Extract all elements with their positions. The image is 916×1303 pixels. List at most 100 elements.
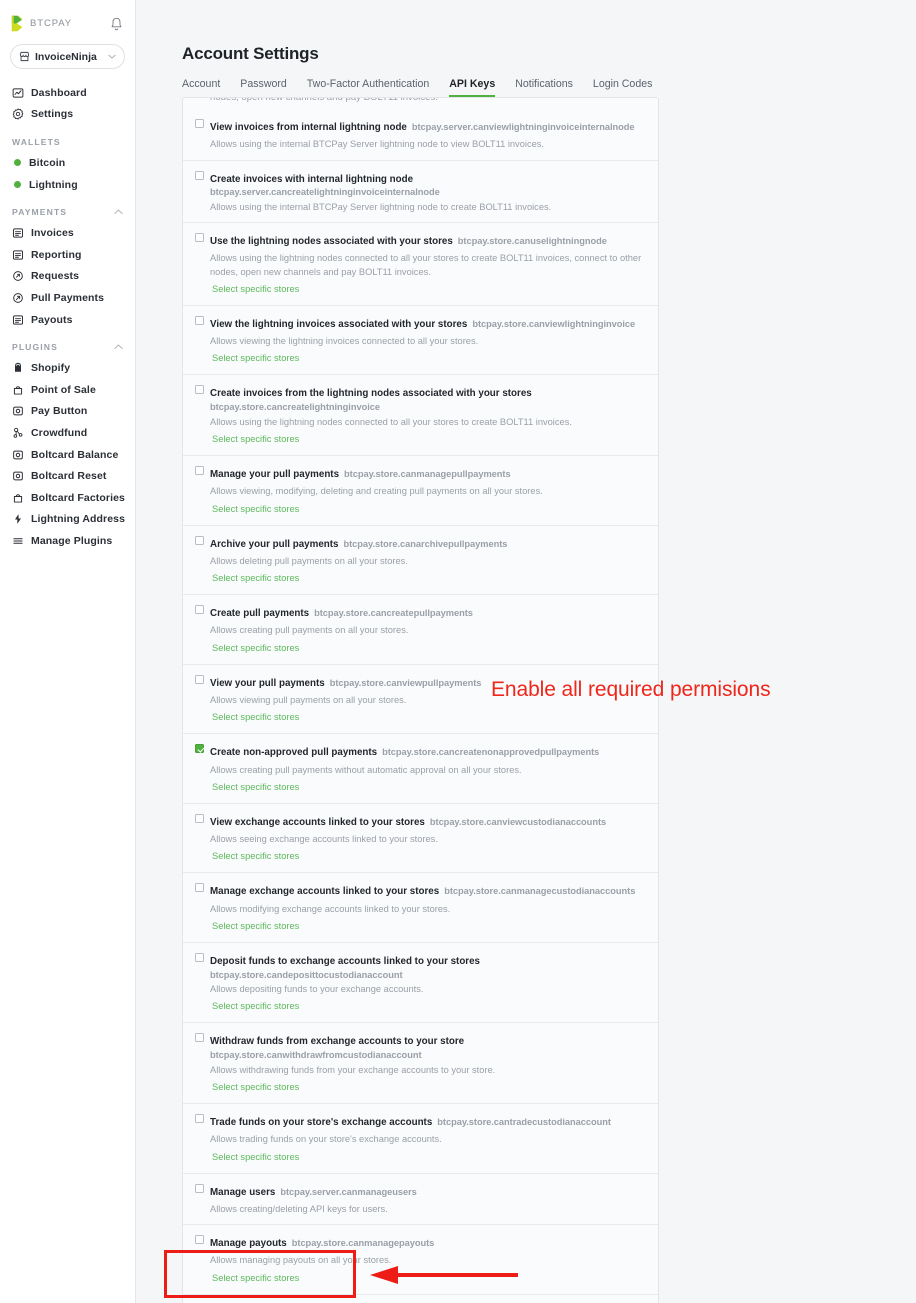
permission-texts: Manage exchange accounts linked to your … <box>210 881 646 934</box>
report-icon <box>13 250 23 260</box>
permission-row: View invoices from internal lightning no… <box>183 109 658 160</box>
permission-checkbox[interactable] <box>195 315 204 325</box>
permission-title: Archive your pull payments <box>210 538 339 550</box>
sidebar-item-point-of-sale[interactable]: Point of Sale <box>0 379 135 401</box>
tab-account[interactable]: Account <box>182 78 220 97</box>
permission-checkbox[interactable] <box>195 233 204 243</box>
clipped-previous-row: nodes, open new channels and pay BOLT11 … <box>183 98 658 109</box>
permission-row-head: Manage your pull payments btcpay.store.ca… <box>195 464 646 517</box>
permission-checkbox[interactable] <box>195 385 204 395</box>
permission-checkbox[interactable] <box>195 883 204 893</box>
sidebar-item-bitcoin[interactable]: Bitcoin <box>0 152 135 174</box>
permission-title-line: View the lightning invoices associated w… <box>210 314 646 333</box>
permission-checkbox[interactable] <box>195 465 204 475</box>
bell-icon[interactable] <box>110 17 123 31</box>
chevron-down-icon <box>108 54 116 59</box>
select-specific-stores-link[interactable]: Select specific stores <box>212 1082 299 1092</box>
permission-row-head: View exchange accounts linked to your st… <box>195 812 646 865</box>
clipped-text: nodes, open new channels and pay BOLT11 … <box>210 98 658 103</box>
select-specific-stores-link[interactable]: Select specific stores <box>212 1152 299 1162</box>
permission-code: btcpay.store.cancreatepullpayments <box>314 608 473 619</box>
tab-notifications[interactable]: Notifications <box>515 78 573 97</box>
sidebar-item-label: Pull Payments <box>31 291 105 304</box>
sidebar-item-label: Manage Plugins <box>31 534 113 547</box>
permission-checkbox[interactable] <box>195 119 204 128</box>
select-specific-stores-link[interactable]: Select specific stores <box>212 284 299 294</box>
permission-row: Create pull payments btcpay.store.cancrea… <box>183 594 658 664</box>
sidebar-section-plugins[interactable]: PLUGINS <box>0 330 135 357</box>
select-specific-stores-link[interactable]: Select specific stores <box>212 782 299 792</box>
sidebar-item-manage-plugins[interactable]: Manage Plugins <box>0 530 135 552</box>
select-specific-stores-link[interactable]: Select specific stores <box>212 573 299 583</box>
btcpay-logo-icon <box>11 15 23 32</box>
sidebar-item-boltcard-balance[interactable]: Boltcard Balance <box>0 444 135 466</box>
sidebar-item-boltcard-reset[interactable]: Boltcard Reset <box>0 465 135 487</box>
permission-row-head: Create pull payments btcpay.store.cancrea… <box>195 603 646 656</box>
crowdfund-icon <box>13 427 23 438</box>
store-icon <box>19 51 30 62</box>
permission-checkbox[interactable] <box>195 535 204 545</box>
sidebar-item-dashboard[interactable]: Dashboard <box>0 82 135 104</box>
permission-code: btcpay.store.candeposittocustodianaccoun… <box>210 969 403 980</box>
sidebar-item-settings[interactable]: Settings <box>0 104 135 126</box>
permission-checkbox[interactable] <box>195 674 204 684</box>
page-title: Account Settings <box>182 44 319 63</box>
sidebar-item-label: Requests <box>31 270 80 283</box>
brand[interactable]: BTCPAY <box>10 15 72 32</box>
permission-checkbox[interactable] <box>195 744 204 754</box>
sidebar-item-shopify[interactable]: Shopify <box>0 357 135 379</box>
sidebar-section-label: PAYMENTS <box>12 207 68 218</box>
permission-title-line: Create invoices from the lightning nodes… <box>210 383 646 413</box>
sidebar-section-payments[interactable]: PAYMENTS <box>0 195 135 222</box>
permission-code: btcpay.store.canmanagepullpayments <box>344 468 511 479</box>
sidebar-section-label: PLUGINS <box>12 342 58 353</box>
permission-checkbox[interactable] <box>195 605 204 615</box>
permission-checkbox[interactable] <box>195 1235 204 1245</box>
sidebar-item-crowdfund[interactable]: Crowdfund <box>0 422 135 444</box>
sidebar-item-pay-button[interactable]: Pay Button <box>0 401 135 423</box>
sidebar-item-lightning[interactable]: Lightning <box>0 174 135 196</box>
permission-code: btcpay.store.canuselightningnode <box>457 236 607 247</box>
sidebar-item-pull-payments[interactable]: Pull Payments <box>0 287 135 309</box>
select-specific-stores-link[interactable]: Select specific stores <box>212 504 299 514</box>
permission-title: Withdraw funds from exchange accounts to… <box>210 1036 465 1048</box>
permission-row: View the lightning invoices associated w… <box>183 304 658 375</box>
sidebar-item-invoices[interactable]: Invoices <box>0 222 135 244</box>
select-specific-stores-link[interactable]: Select specific stores <box>212 921 299 931</box>
select-specific-stores-link[interactable]: Select specific stores <box>212 1273 299 1283</box>
sidebar-section-label: WALLETS <box>12 137 61 148</box>
select-specific-stores-link[interactable]: Select specific stores <box>212 643 299 653</box>
store-selector[interactable]: InvoiceNinja <box>10 44 125 69</box>
permission-title: Create pull payments <box>210 608 310 620</box>
api-key-form: nodes, open new channels and pay BOLT11 … <box>182 97 659 1303</box>
tab-two-factor-authentication[interactable]: Two-Factor Authentication <box>307 78 429 97</box>
permission-checkbox[interactable] <box>195 1113 204 1123</box>
sidebar-item-requests[interactable]: Requests <box>0 266 135 288</box>
sidebar-item-label: Pay Button <box>31 405 88 418</box>
sidebar-section-wallets: WALLETS <box>0 125 135 152</box>
permission-row-head: Deposit funds to exchange accounts linke… <box>195 951 646 1015</box>
permission-checkbox[interactable] <box>195 1033 204 1043</box>
sidebar-item-reporting[interactable]: Reporting <box>0 244 135 266</box>
pull-payment-icon <box>13 293 23 303</box>
permission-checkbox[interactable] <box>195 170 204 180</box>
permission-checkbox[interactable] <box>195 952 204 962</box>
select-specific-stores-link[interactable]: Select specific stores <box>212 1001 299 1011</box>
permission-checkbox[interactable] <box>195 813 204 823</box>
sidebar-item-boltcard-factories[interactable]: Boltcard Factories <box>0 487 135 509</box>
point-of-sale-icon <box>13 385 23 395</box>
permission-title-line: Create non-approved pull payments btcpay.… <box>210 742 646 761</box>
tab-api-keys[interactable]: API Keys <box>449 78 495 97</box>
select-specific-stores-link[interactable]: Select specific stores <box>212 353 299 363</box>
tab-login-codes[interactable]: Login Codes <box>593 78 653 97</box>
select-specific-stores-link[interactable]: Select specific stores <box>212 434 299 444</box>
permission-description: Allows seeing exchange accounts linked t… <box>210 834 438 845</box>
permission-title: Create non-approved pull payments <box>210 747 378 759</box>
sidebar-item-lightning-address[interactable]: Lightning Address <box>0 509 135 531</box>
tab-password[interactable]: Password <box>240 78 287 97</box>
sidebar-item-payouts[interactable]: Payouts <box>0 309 135 331</box>
permission-checkbox[interactable] <box>195 1183 204 1193</box>
select-specific-stores-link[interactable]: Select specific stores <box>212 851 299 861</box>
permission-description: Allows using the lightning nodes connect… <box>210 253 642 277</box>
select-specific-stores-link[interactable]: Select specific stores <box>212 712 299 722</box>
